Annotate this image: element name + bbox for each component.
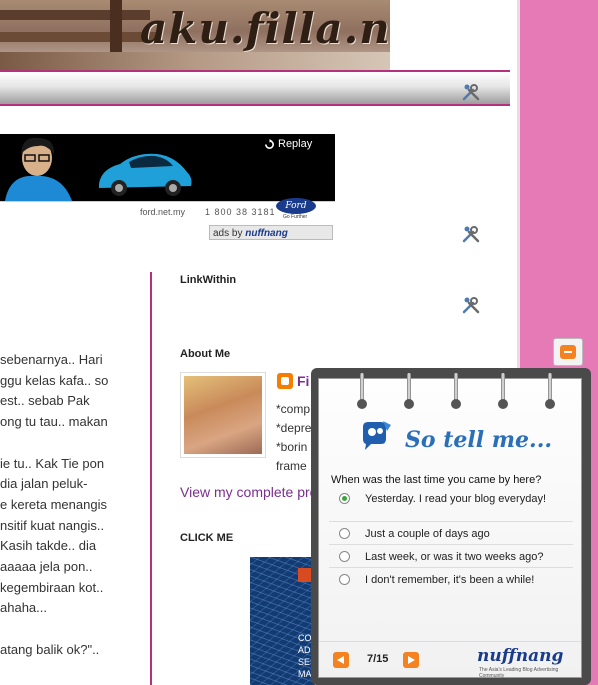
blogger-icon [277,373,293,389]
about-me-title: About Me [180,348,231,360]
radio-icon[interactable] [339,574,350,585]
option-divider [329,567,573,568]
post-line: kegembiraan kot.. [0,579,104,595]
click-me-logo-icon [298,568,312,582]
ford-logo: Ford [276,198,316,214]
option-divider [329,544,573,545]
post-line [0,619,148,640]
nuffnang-tagline: The Asia's Leading Blog Advertising Comm… [479,667,559,679]
poll-option-label: Yesterday. I read your blog everyday! [365,493,546,505]
post-line [0,433,148,454]
banner-bench-image [0,32,160,42]
poll-option-label: Last week, or was it two weeks ago? [365,551,544,563]
blog-title[interactable]: aku.filla.nie [140,4,390,53]
ad-website: ford.net.my [140,207,186,217]
poll-title: So tell me... [405,427,553,453]
header-spacer [390,0,517,68]
radio-selected-icon[interactable] [339,493,350,504]
post-line: e kereta menangis [0,496,107,512]
poll-page-count: 7/15 [367,653,389,665]
poll-option-label: Just a couple of days ago [365,528,490,540]
spiral-ring-icon [451,373,461,411]
ad-person-image [0,134,80,201]
ad-phone: 1 800 38 3181 [205,207,276,217]
ads-by-brand: nuffnang [245,228,288,239]
replay-icon[interactable] [264,139,275,150]
banner-bench-image [0,10,150,20]
spiral-ring-icon [498,373,508,411]
poll-question: When was the last time you came by here? [331,474,542,486]
previous-poll-button[interactable] [333,652,349,668]
column-divider [150,272,152,685]
minimize-icon [560,345,576,359]
blog-post-body: sebenarnya.. Hari ggu kelas kafa.. so es… [0,350,148,661]
blog-header-banner[interactable]: aku.filla.nie [0,0,390,70]
option-divider [329,521,573,522]
post-line: nsitif kuat nangis.. [0,517,105,533]
post-line: ggu kelas kafa.. so [0,372,109,388]
edit-wrench-icon[interactable] [461,295,481,315]
poll-option-label: I don't remember, it's been a while! [365,574,535,586]
ad-replay-button[interactable]: Replay [278,138,312,150]
ad-car-image [99,153,192,196]
next-poll-button[interactable] [403,652,419,668]
post-line: ahaha... [0,600,47,616]
post-line: dia jalan peluk- [0,476,88,492]
poll-notepad: So tell me... When was the last time you… [318,373,582,679]
profile-avatar[interactable] [180,372,266,458]
navigation-bar [0,70,510,106]
spiral-ring-icon [545,373,555,411]
about-line: frame [276,459,307,473]
ad-tagline: Go Further [283,214,308,220]
post-line: atang balik ok?".. [0,641,100,657]
post-line: aaaaa jela pon.. [0,559,93,575]
spiral-ring-icon [404,373,414,411]
avatar-photo [184,376,262,454]
post-line: ie tu.. Kak Tie pon [0,455,105,471]
edit-wrench-icon[interactable] [461,82,481,102]
edit-wrench-icon[interactable] [461,224,481,244]
about-line: *comp [276,402,311,416]
spiral-ring-icon [357,373,367,411]
about-line: *borin [276,440,308,454]
profile-name-link[interactable]: Fi [297,373,309,389]
nuffnang-poll-widget: So tell me... When was the last time you… [311,368,591,685]
post-line: sebenarnya.. Hari [0,352,103,367]
post-line: ong tu tau.. makan [0,414,108,430]
post-line: Kasih takde.. dia [0,538,97,554]
click-me-title: CLICK ME [180,532,234,544]
view-profile-link[interactable]: View my complete pro [180,484,317,500]
nuffnang-mascot-icon [363,421,391,450]
radio-icon[interactable] [339,551,350,562]
ford-ad-banner[interactable]: Replay ford.net.my 1 800 38 3181 Ford Go… [0,134,335,224]
linkwithin-title: LinkWithin [180,274,237,286]
post-line: est.. sebab Pak [0,393,90,409]
poll-footer: 7/15 nuffnang The Asia's Leading Blog Ad… [319,641,581,679]
radio-icon[interactable] [339,528,350,539]
ads-by-label: ads by [213,228,243,239]
about-me-text: *comp *depre *borin frame [276,400,311,476]
about-line: *depre [276,421,312,435]
minimize-poll-button[interactable] [553,338,583,366]
nuffnang-logo[interactable]: nuffnang [477,646,563,666]
banner-ground-image [0,52,390,70]
ads-by-nuffnang-badge[interactable]: ads by nuffnang [209,225,333,240]
